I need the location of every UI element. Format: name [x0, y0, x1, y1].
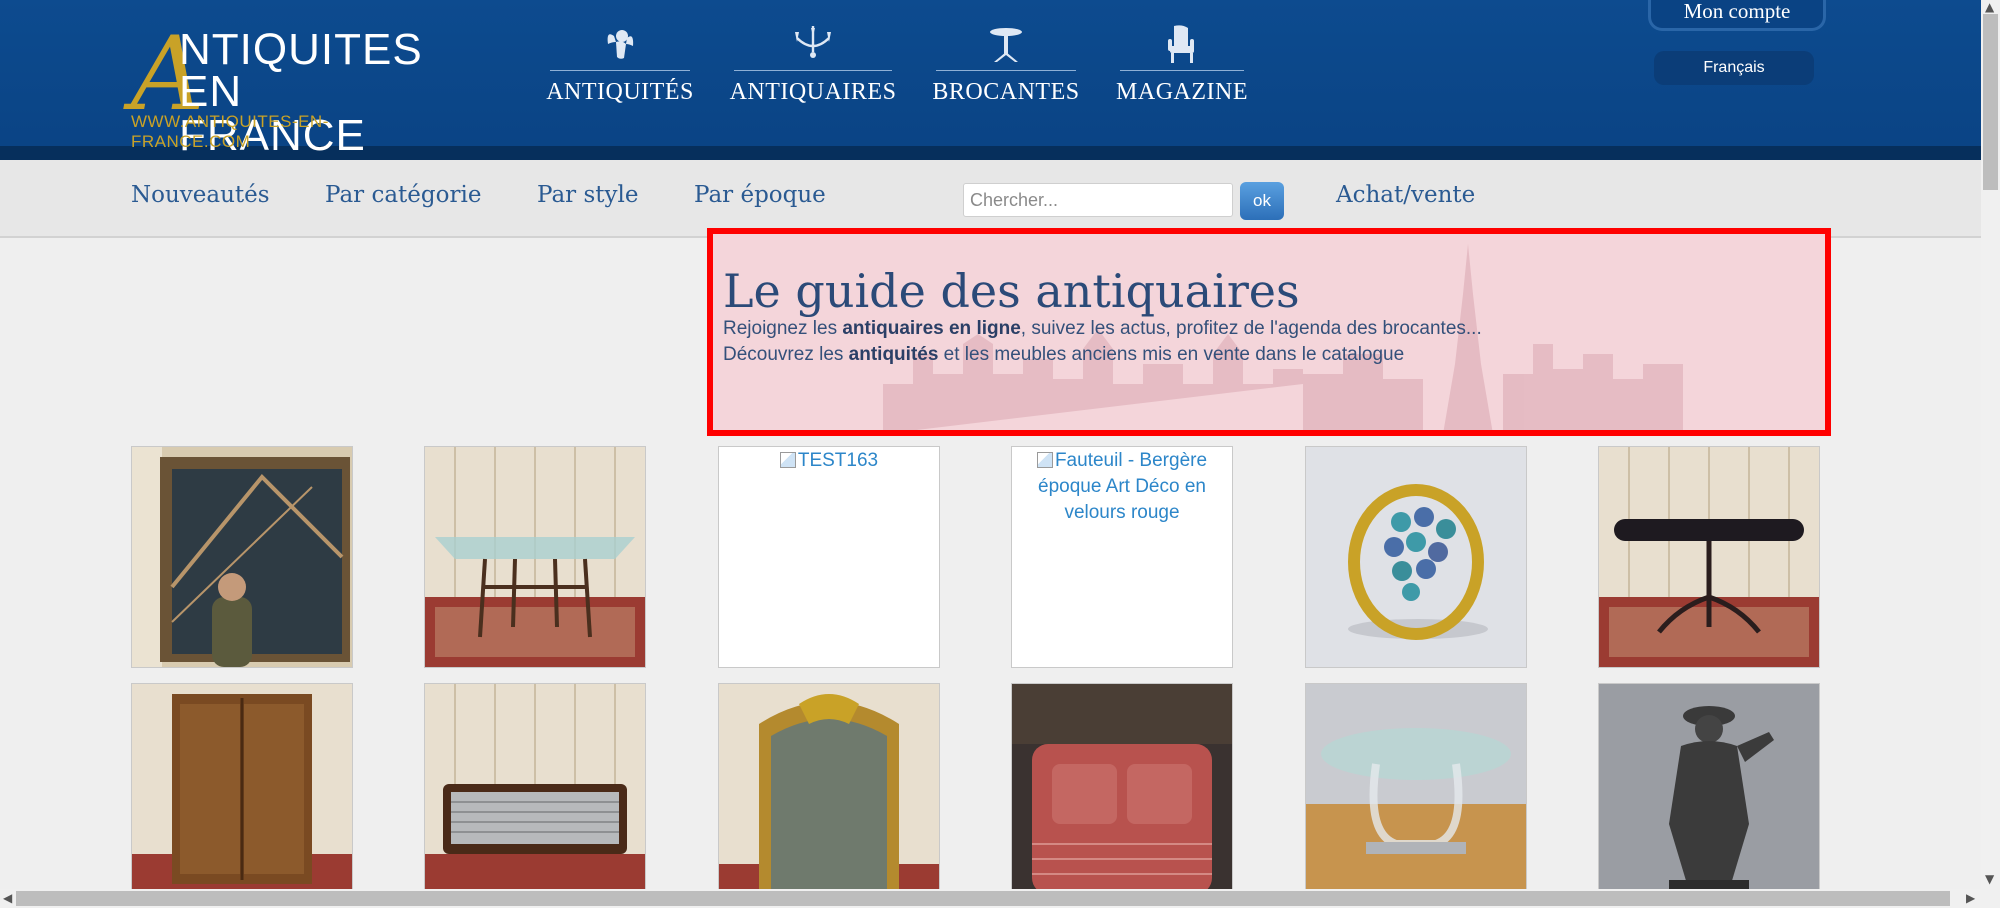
- product-tile-red-armchair[interactable]: [1011, 683, 1233, 905]
- product-image: [132, 684, 352, 904]
- product-image: [425, 684, 645, 904]
- guide-banner: Le guide des antiquaires Rejoignez les a…: [707, 228, 1831, 436]
- product-tile-striped-sofa[interactable]: [424, 683, 646, 905]
- subnav-achat-vente[interactable]: Achat/vente: [1336, 182, 1475, 208]
- antiquites-link[interactable]: antiquités: [849, 344, 939, 365]
- cherub-icon: [598, 22, 642, 66]
- product-image: [1012, 684, 1232, 904]
- broken-image-icon: [1036, 452, 1053, 468]
- vertical-scroll-thumb[interactable]: [1983, 14, 1998, 190]
- search-ok-button[interactable]: ok: [1240, 182, 1284, 220]
- horizontal-scroll-thumb[interactable]: [16, 891, 1950, 906]
- nav-antiquites[interactable]: ANTIQUITÉS: [546, 22, 693, 106]
- product-tile-test163[interactable]: TEST163: [718, 446, 940, 668]
- product-tile-bronze-statue[interactable]: [1598, 683, 1820, 905]
- language-selector[interactable]: Français: [1654, 51, 1814, 85]
- scroll-up-arrow-icon[interactable]: ▲: [1985, 0, 1994, 14]
- product-tile-fauteuil-bergere[interactable]: Fauteuil - Bergère époque Art Déco en ve…: [1011, 446, 1233, 668]
- site-logo[interactable]: A NTIQUITES EN FRANCE WWW.ANTIQUITES-EN-…: [131, 24, 441, 158]
- guide-line-1: Rejoignez les antiquaires en ligne, suiv…: [723, 318, 1482, 339]
- product-image: [1306, 684, 1526, 904]
- chandelier-icon: [791, 22, 835, 66]
- logo-url: WWW.ANTIQUITES-EN-FRANCE.COM: [131, 112, 329, 151]
- subnav-par-categorie[interactable]: Par catégorie: [325, 182, 481, 208]
- armchair-icon: [1160, 22, 1204, 66]
- main-nav: ANTIQUITÉS ANTIQUAIRES BROCANTES MAGAZIN…: [546, 22, 1248, 106]
- scroll-right-arrow-icon[interactable]: ▶: [1966, 891, 1975, 905]
- guide-line-2: Découvrez les antiquités et les meubles …: [723, 344, 1405, 365]
- product-image: [425, 447, 645, 667]
- nav-brocantes[interactable]: BROCANTES: [932, 22, 1079, 106]
- broken-image-alt: Fauteuil - Bergère époque Art Déco en ve…: [1036, 450, 1208, 523]
- product-tile-oval-table[interactable]: [1598, 446, 1820, 668]
- product-tile-gold-ring[interactable]: [1305, 446, 1527, 668]
- subnav-par-style[interactable]: Par style: [537, 182, 638, 208]
- product-tile-mirror[interactable]: [131, 446, 353, 668]
- product-image: [1306, 447, 1526, 667]
- nav-label: MAGAZINE: [1116, 79, 1248, 105]
- broken-image-icon: [779, 452, 796, 468]
- nav-label: ANTIQUAIRES: [729, 79, 897, 105]
- nav-antiquaires[interactable]: ANTIQUAIRES: [730, 22, 896, 106]
- scroll-left-arrow-icon[interactable]: ◀: [3, 891, 12, 905]
- product-tile-glass-oval-table[interactable]: [1305, 683, 1527, 905]
- product-tile-gilded-mirror[interactable]: [718, 683, 940, 905]
- subnav-par-epoque[interactable]: Par époque: [694, 182, 826, 208]
- search-input[interactable]: [963, 183, 1233, 217]
- nav-label: BROCANTES: [932, 79, 1080, 105]
- broken-image-alt: TEST163: [719, 448, 939, 474]
- product-image: [132, 447, 352, 667]
- antiquaires-en-ligne-link[interactable]: antiquaires en ligne: [842, 318, 1020, 339]
- product-image: [719, 684, 939, 904]
- product-tile-wood-cabinet[interactable]: [131, 683, 353, 905]
- scroll-down-arrow-icon[interactable]: ▼: [1985, 872, 1994, 886]
- my-account-button[interactable]: Mon compte: [1648, 0, 1826, 31]
- logo-line-1: NTIQUITES: [179, 25, 423, 74]
- product-image: [1599, 684, 1819, 904]
- nav-label: ANTIQUITÉS: [546, 79, 694, 105]
- product-image: [1599, 447, 1819, 667]
- product-tile-glass-console[interactable]: [424, 446, 646, 668]
- guide-title: Le guide des antiquaires: [723, 264, 1300, 318]
- nav-magazine[interactable]: MAGAZINE: [1116, 22, 1248, 106]
- pedestal-table-icon: [984, 22, 1028, 66]
- subnav-nouveautes[interactable]: Nouveautés: [131, 182, 270, 208]
